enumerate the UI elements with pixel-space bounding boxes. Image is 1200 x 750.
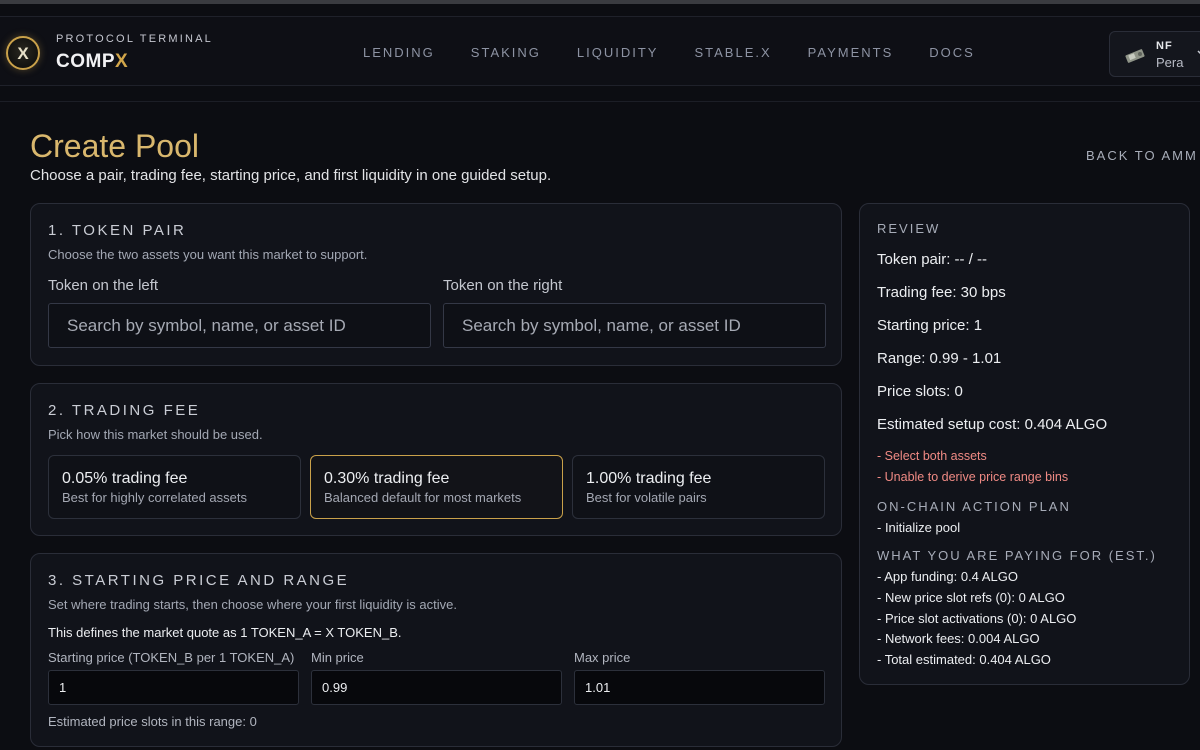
wallet-button[interactable]: NF Pera [1109, 31, 1200, 77]
brand-name-accent: X [115, 51, 129, 72]
review-price-slots: Price slots: 0 [877, 383, 963, 400]
wallet-avatar-icon [1125, 49, 1145, 63]
fee-option-desc: Best for highly correlated assets [62, 490, 247, 505]
compx-logo-icon[interactable]: X [6, 36, 40, 70]
review-token-pair: Token pair: -- / -- [877, 251, 988, 268]
trading-fee-desc: Pick how this market should be used. [48, 427, 263, 442]
price-range-desc: Set where trading starts, then choose wh… [48, 597, 457, 612]
fee-option-100[interactable]: 1.00% trading fee Best for volatile pair… [572, 455, 825, 519]
review-trading-fee: Trading fee: 30 bps [877, 284, 1006, 301]
max-price-label: Max price [574, 650, 631, 665]
chevron-down-icon [1197, 50, 1200, 55]
left-token-label: Token on the left [48, 277, 159, 294]
review-setup-cost: Estimated setup cost: 0.404 ALGO [877, 416, 1108, 433]
logo-letter: X [17, 43, 29, 63]
price-range-title: 3. STARTING PRICE AND RANGE [48, 572, 350, 589]
page-subtitle: Choose a pair, trading fee, starting pri… [30, 167, 552, 184]
main-nav: LENDING STAKING LIQUIDITY STABLE.X PAYME… [345, 45, 993, 60]
back-to-amm-link[interactable]: BACK TO AMM [1086, 148, 1198, 163]
nav-lending[interactable]: LENDING [363, 45, 435, 60]
window-top-bar [0, 0, 1200, 4]
review-range: Range: 0.99 - 1.01 [877, 350, 1002, 367]
fee-option-label: 0.30% trading fee [324, 470, 450, 487]
left-token-search-input[interactable] [48, 303, 431, 348]
fee-option-label: 1.00% trading fee [586, 470, 712, 487]
fee-option-desc: Balanced default for most markets [324, 490, 522, 505]
fee-option-label: 0.05% trading fee [62, 470, 188, 487]
warning-select-assets: - Select both assets [877, 449, 987, 463]
fee-option-030-selected[interactable]: 0.30% trading fee Balanced default for m… [310, 455, 563, 519]
nav-payments[interactable]: PAYMENTS [808, 45, 894, 60]
wallet-code: NF [1156, 40, 1173, 52]
brand-subtitle: PROTOCOL TERMINAL [56, 33, 213, 45]
paying-slot-activations: - Price slot activations (0): 0 ALGO [877, 611, 1077, 626]
starting-price-label: Starting price (TOKEN_B per 1 TOKEN_A) [48, 650, 295, 665]
nav-stablex[interactable]: STABLE.X [694, 45, 771, 60]
nav-docs[interactable]: DOCS [929, 45, 975, 60]
token-pair-card: 1. TOKEN PAIR Choose the two assets you … [30, 203, 842, 366]
starting-price-input[interactable] [48, 670, 299, 705]
wallet-name: Pera [1156, 55, 1184, 70]
trading-fee-title: 2. TRADING FEE [48, 402, 201, 419]
header-divider [0, 101, 1200, 102]
review-panel: REVIEW Token pair: -- / -- Trading fee: … [859, 203, 1190, 685]
top-navbar: X PROTOCOL TERMINAL COMPX LENDING STAKIN… [0, 16, 1200, 86]
action-plan-title: ON-CHAIN ACTION PLAN [877, 499, 1071, 514]
token-pair-title: 1. TOKEN PAIR [48, 222, 187, 239]
review-starting-price: Starting price: 1 [877, 317, 983, 334]
right-token-label: Token on the right [443, 277, 563, 294]
nav-staking[interactable]: STAKING [471, 45, 541, 60]
token-pair-desc: Choose the two assets you want this mark… [48, 247, 368, 262]
quote-definition-note: This defines the market quote as 1 TOKEN… [48, 625, 402, 640]
brand-name-main: COMP [56, 51, 115, 72]
action-plan-item: - Initialize pool [877, 520, 961, 535]
min-price-label: Min price [311, 650, 364, 665]
page-title: Create Pool [30, 128, 199, 164]
paying-total: - Total estimated: 0.404 ALGO [877, 652, 1051, 667]
paying-app-funding: - App funding: 0.4 ALGO [877, 569, 1018, 584]
max-price-input[interactable] [574, 670, 825, 705]
paying-slot-refs: - New price slot refs (0): 0 ALGO [877, 590, 1065, 605]
fee-option-desc: Best for volatile pairs [586, 490, 707, 505]
paying-network-fees: - Network fees: 0.004 ALGO [877, 631, 1040, 646]
trading-fee-card: 2. TRADING FEE Pick how this market shou… [30, 383, 842, 536]
fee-option-005[interactable]: 0.05% trading fee Best for highly correl… [48, 455, 301, 519]
price-range-card: 3. STARTING PRICE AND RANGE Set where tr… [30, 553, 842, 747]
min-price-input[interactable] [311, 670, 562, 705]
right-token-search-input[interactable] [443, 303, 826, 348]
warning-price-range-bins: - Unable to derive price range bins [877, 470, 1069, 484]
paying-for-title: WHAT YOU ARE PAYING FOR (EST.) [877, 548, 1157, 563]
review-title: REVIEW [877, 221, 941, 236]
brand-name[interactable]: COMPX [56, 51, 128, 73]
price-slots-estimate: Estimated price slots in this range: 0 [48, 714, 257, 729]
nav-liquidity[interactable]: LIQUIDITY [577, 45, 659, 60]
